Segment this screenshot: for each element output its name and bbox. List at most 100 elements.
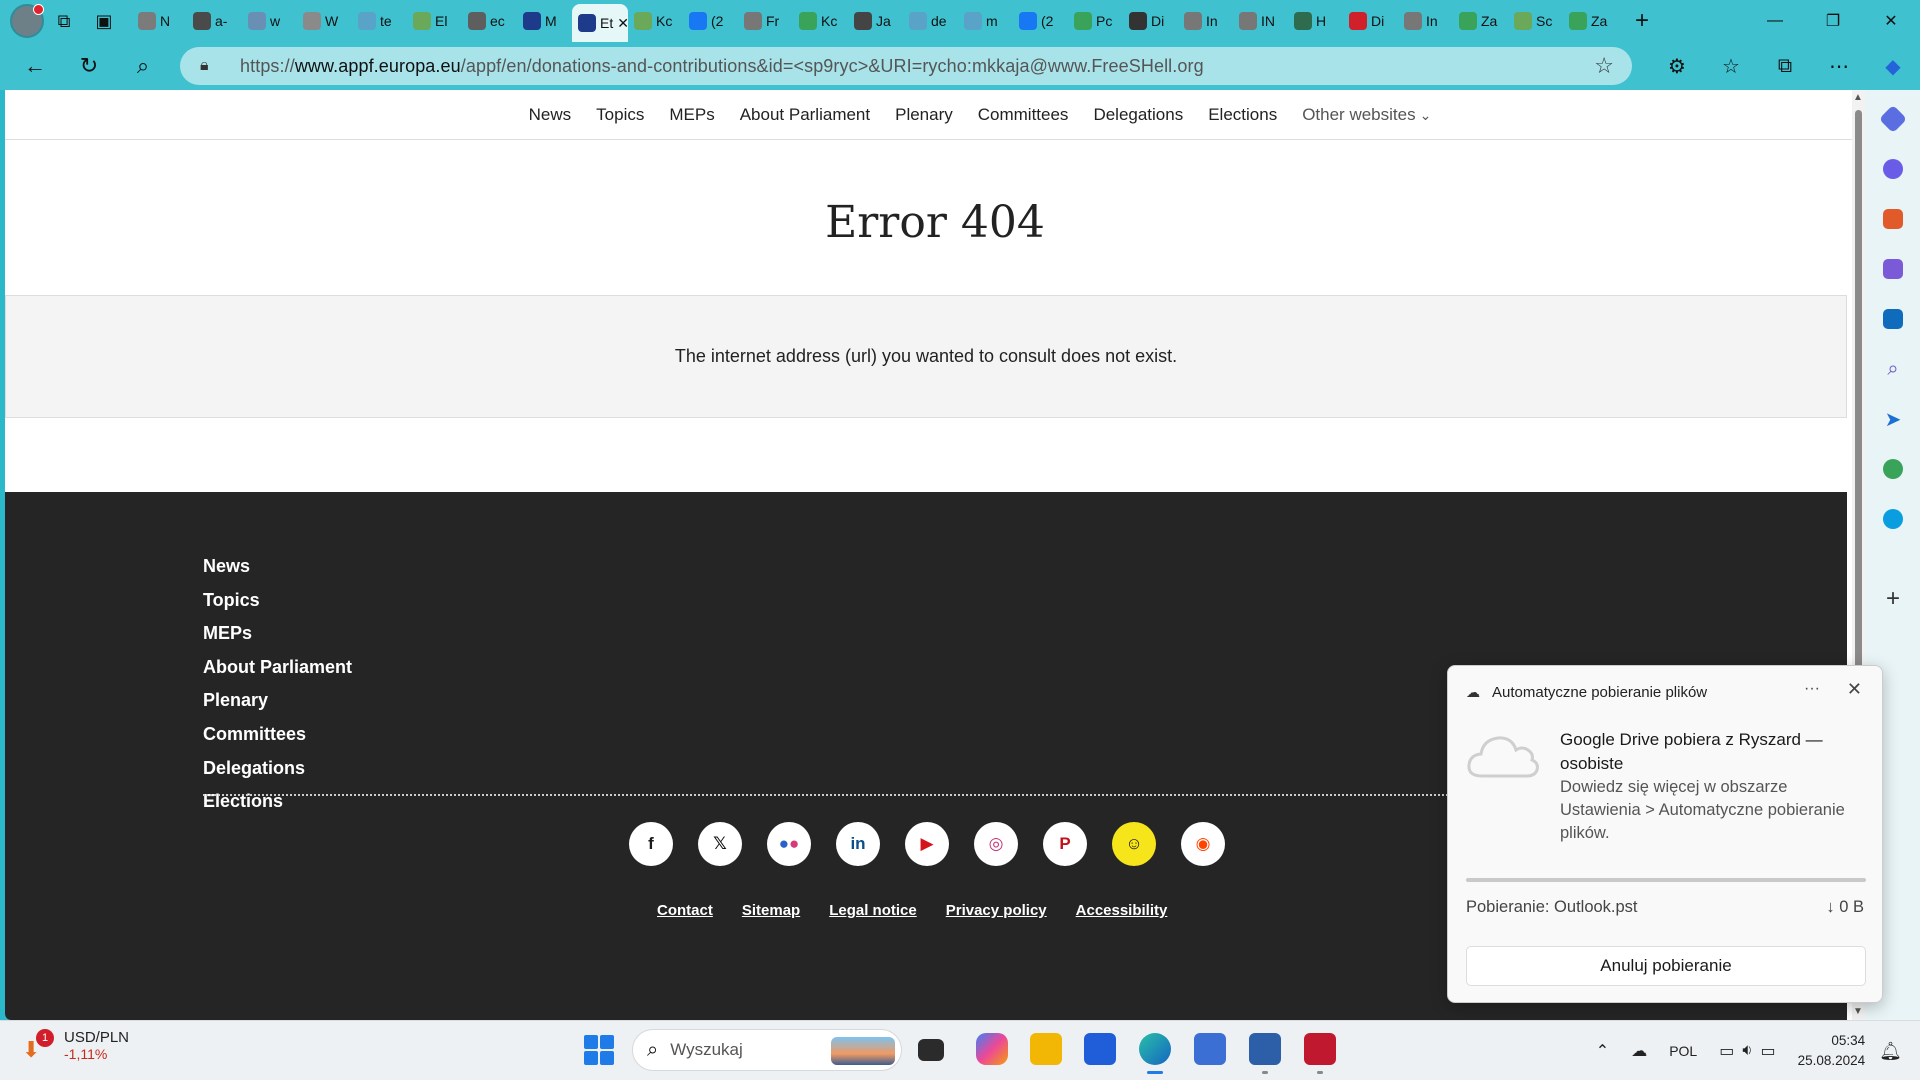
tab[interactable]: H [1288, 5, 1343, 37]
footer-link-about-parliament[interactable]: About Parliament [203, 655, 352, 689]
tools-icon[interactable] [1865, 194, 1920, 244]
tab[interactable]: Kc [793, 5, 848, 37]
tab[interactable]: Di [1123, 5, 1178, 37]
copilot-icon[interactable]: ◆ [1866, 46, 1920, 86]
favorites-icon[interactable]: ☆ [1704, 46, 1758, 86]
close-tab-icon[interactable]: ✕ [617, 15, 628, 32]
tab[interactable]: Kc [628, 5, 683, 37]
footer-link-meps[interactable]: MEPs [203, 621, 352, 655]
sitemap-link[interactable]: Sitemap [742, 902, 800, 919]
tab[interactable]: (2 [1013, 5, 1068, 37]
sidebar-app-2-icon[interactable] [1865, 144, 1920, 194]
accessibility-link[interactable]: Accessibility [1076, 902, 1168, 919]
tab[interactable]: Ja [848, 5, 903, 37]
volume-icon[interactable]: 🔉︎ [1742, 1042, 1752, 1060]
tab[interactable]: W [297, 5, 352, 37]
store-icon[interactable] [1084, 1033, 1116, 1065]
notification-bell-icon[interactable]: 🔔︎ [1879, 1041, 1902, 1062]
scroll-up-arrow-icon[interactable]: ▲ [1853, 92, 1863, 103]
tab-actions-icon[interactable]: ▣ [84, 0, 124, 42]
edge-browser-icon[interactable] [1139, 1033, 1171, 1074]
start-button[interactable] [584, 1035, 614, 1065]
flickr-icon[interactable]: ● ● [767, 822, 811, 866]
network-app-icon[interactable] [1194, 1033, 1226, 1065]
add-sidebar-app-icon[interactable]: + [1865, 574, 1920, 624]
tab[interactable]: Sc [1508, 5, 1563, 37]
tab[interactable]: IN [1233, 5, 1288, 37]
file-explorer-icon[interactable] [1030, 1033, 1062, 1065]
topnav-news[interactable]: News [529, 105, 572, 125]
more-menu-icon[interactable]: ⋯ [1812, 46, 1866, 86]
task-view-icon[interactable] [918, 1039, 944, 1061]
copilot-app-icon[interactable] [976, 1033, 1008, 1065]
cancel-download-button[interactable]: Anuluj pobieranie [1466, 946, 1866, 986]
games-icon[interactable] [1865, 244, 1920, 294]
linkedin-icon[interactable]: in [836, 822, 880, 866]
instagram-icon[interactable]: ◎ [974, 822, 1018, 866]
clock[interactable]: 05:34 25.08.2024 [1798, 1031, 1866, 1071]
close-icon[interactable]: ✕ [1847, 679, 1862, 700]
footer-link-delegations[interactable]: Delegations [203, 756, 352, 790]
tab[interactable]: Fr [738, 5, 793, 37]
taskbar-search[interactable]: ⌕ Wyszukaj [632, 1029, 902, 1071]
search-icon[interactable]: ⌕ [1865, 344, 1920, 394]
virtualbox-icon[interactable] [1249, 1033, 1281, 1074]
more-options-icon[interactable]: ··· [1804, 680, 1820, 698]
new-tab-button[interactable]: + [1622, 0, 1662, 42]
onedrive-icon[interactable]: ☁ [1631, 1041, 1647, 1061]
notification-description[interactable]: Dowiedz się więcej w obszarze Ustawienia… [1560, 776, 1870, 845]
footer-link-committees[interactable]: Committees [203, 722, 352, 756]
scroll-down-arrow-icon[interactable]: ▼ [1853, 1006, 1863, 1017]
outlook-icon[interactable] [1865, 294, 1920, 344]
tab[interactable]: te [352, 5, 407, 37]
footer-link-news[interactable]: News [203, 554, 352, 588]
tab[interactable]: ec [462, 5, 517, 37]
snapchat-icon[interactable]: ☺ [1112, 822, 1156, 866]
lock-icon[interactable]: 🔒︎ [200, 57, 222, 75]
input-language[interactable]: POL [1669, 1043, 1697, 1059]
chevron-up-icon[interactable]: ⌃ [1596, 1041, 1609, 1061]
tab[interactable]: In [1178, 5, 1233, 37]
pinterest-icon[interactable]: P [1043, 822, 1087, 866]
collections-icon[interactable]: ⧉ [1758, 46, 1812, 86]
topnav-plenary[interactable]: Plenary [895, 105, 953, 125]
tab[interactable]: a- [187, 5, 242, 37]
tab[interactable]: m [958, 5, 1013, 37]
tab[interactable]: In [1398, 5, 1453, 37]
tab[interactable]: w [242, 5, 297, 37]
topnav-delegations[interactable]: Delegations [1093, 105, 1183, 125]
topnav-topics[interactable]: Topics [596, 105, 644, 125]
media-app-icon[interactable] [1304, 1033, 1336, 1074]
minimize-button[interactable]: — [1746, 0, 1804, 42]
topnav-elections[interactable]: Elections [1208, 105, 1277, 125]
youtube-icon[interactable]: ▶ [905, 822, 949, 866]
extensions-icon[interactable]: ⚙ [1650, 46, 1704, 86]
privacy-policy-link[interactable]: Privacy policy [946, 902, 1047, 919]
tab[interactable]: El [407, 5, 462, 37]
tab[interactable]: Za [1453, 5, 1508, 37]
tab[interactable]: (2 [683, 5, 738, 37]
profile-avatar[interactable] [10, 4, 44, 38]
send-icon[interactable]: ➤ [1865, 394, 1920, 444]
url-text[interactable]: https://www.appf.europa.eu/appf/en/donat… [240, 56, 1204, 77]
contact-link[interactable]: Contact [657, 902, 713, 919]
tab[interactable]: M [517, 5, 572, 37]
stock-widget[interactable]: ⬇ 1 USD/PLN -1,11% [18, 1028, 129, 1062]
skype-icon[interactable] [1865, 494, 1920, 544]
back-button[interactable]: ← [8, 46, 62, 86]
tab[interactable]: N [132, 5, 187, 37]
sidebar-app-1-icon[interactable] [1865, 94, 1920, 144]
search-icon[interactable]: ⌕ [116, 46, 170, 86]
tab[interactable]: Za [1563, 5, 1618, 37]
legal-notice-link[interactable]: Legal notice [829, 902, 917, 919]
tab-active[interactable]: Et ✕ [572, 4, 628, 42]
reddit-icon[interactable]: ◉ [1181, 822, 1225, 866]
topnav-committees[interactable]: Committees [978, 105, 1069, 125]
network-icon[interactable]: ▭ [1719, 1041, 1734, 1061]
refresh-button[interactable]: ↻ [62, 46, 116, 86]
battery-icon[interactable]: ▭ [1760, 1041, 1775, 1061]
tab[interactable]: Pc [1068, 5, 1123, 37]
favorite-star-icon[interactable]: ☆ [1594, 53, 1614, 79]
footer-link-plenary[interactable]: Plenary [203, 688, 352, 722]
tab[interactable]: Di [1343, 5, 1398, 37]
